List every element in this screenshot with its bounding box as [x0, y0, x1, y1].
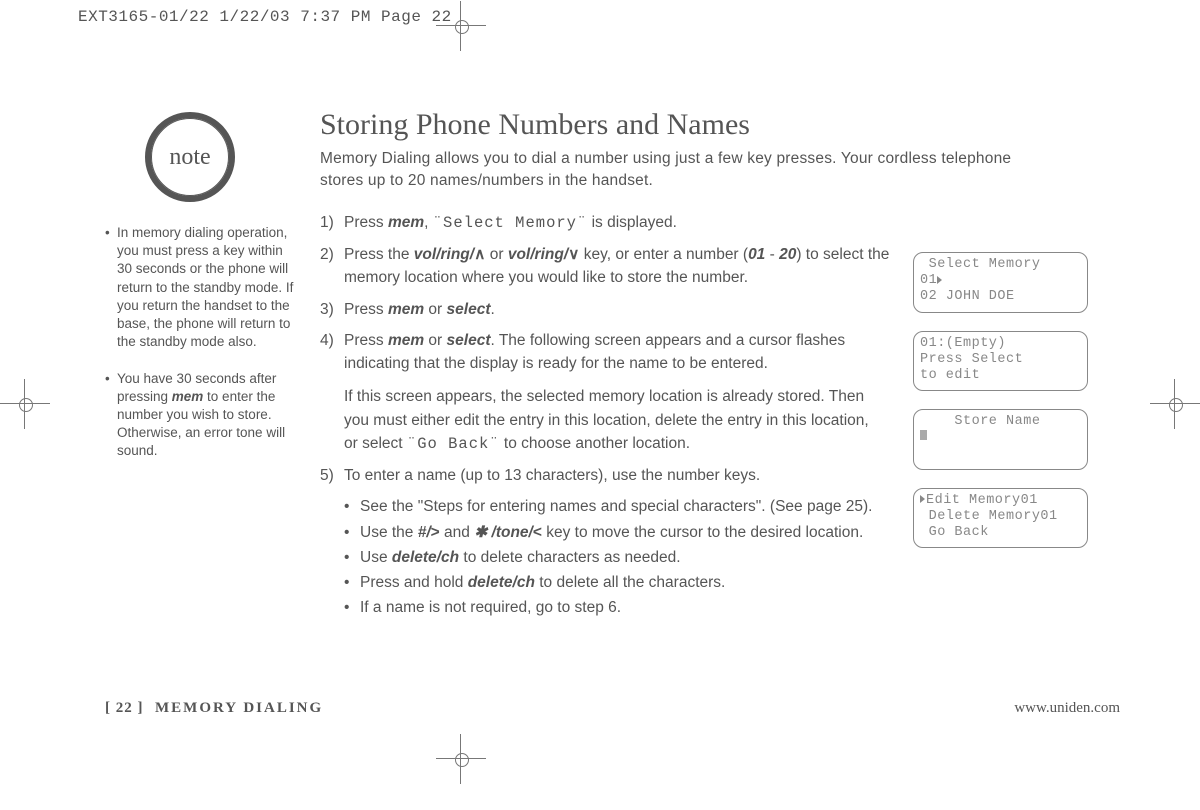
lcd-illustrations: Select Memory 01 02 JOHN DOE 01:(Empty) … [913, 252, 1088, 566]
bullet: Use the #/> and ✱ /tone/< key to move th… [360, 521, 863, 544]
manual-page: EXT3165-01/22 1/22/03 7:37 PM Page 22 no… [0, 0, 1200, 810]
lcd-store-name: Store Name [913, 409, 1088, 470]
note-item: • In memory dialing operation, you must … [105, 224, 295, 352]
up-caret-icon: ∧ [474, 246, 485, 263]
right-angle-icon: > [431, 524, 440, 541]
bullet: See the "Steps for entering names and sp… [360, 495, 872, 518]
note-icon: note [145, 112, 235, 202]
print-slug: EXT3165-01/22 1/22/03 7:37 PM Page 22 [78, 8, 452, 26]
bullet: If a name is not required, go to step 6. [360, 596, 621, 619]
left-angle-icon: < [533, 524, 542, 541]
star-icon: ✱ [474, 524, 487, 541]
crop-mark-left [16, 395, 34, 413]
intro-paragraph: Memory Dialing allows you to dial a numb… [320, 148, 1020, 193]
cursor-icon [920, 430, 927, 440]
note-item: • You have 30 seconds after pressing mem… [105, 370, 295, 461]
page-footer: [ 22 ] MEMORY DIALING www.uniden.com [105, 700, 1120, 717]
down-caret-icon: ∨ [568, 246, 579, 263]
bullet: Use delete/ch to delete characters as ne… [360, 546, 681, 569]
crop-mark-bottom [452, 750, 470, 768]
crop-mark-top [452, 17, 470, 35]
pointer-icon [937, 276, 942, 284]
lcd-edit-menu: Edit Memory01 Delete Memory01 Go Back [913, 488, 1088, 549]
section-name: MEMORY DIALING [155, 700, 323, 716]
note-text: In memory dialing operation, you must pr… [117, 224, 295, 352]
lcd-empty: 01:(Empty) Press Select to edit [913, 331, 1088, 392]
note-sidebar: note • In memory dialing operation, you … [105, 112, 295, 479]
note-text: You have 30 seconds after pressing mem t… [117, 370, 295, 461]
bullet: Press and hold delete/ch to delete all t… [360, 571, 725, 594]
crop-mark-right [1166, 395, 1184, 413]
page-number: [ 22 ] [105, 700, 144, 716]
pointer-icon [920, 495, 925, 503]
page-title: Storing Phone Numbers and Names [320, 108, 1020, 142]
footer-url: www.uniden.com [1014, 700, 1120, 717]
lcd-select-memory: Select Memory 01 02 JOHN DOE [913, 252, 1088, 313]
note-icon-label: note [145, 112, 235, 202]
print-header: EXT3165-01/22 1/22/03 7:37 PM Page 22 [0, 0, 1200, 34]
step-1: 1) Press mem, ¨Select Memory¨ is display… [320, 211, 1020, 235]
